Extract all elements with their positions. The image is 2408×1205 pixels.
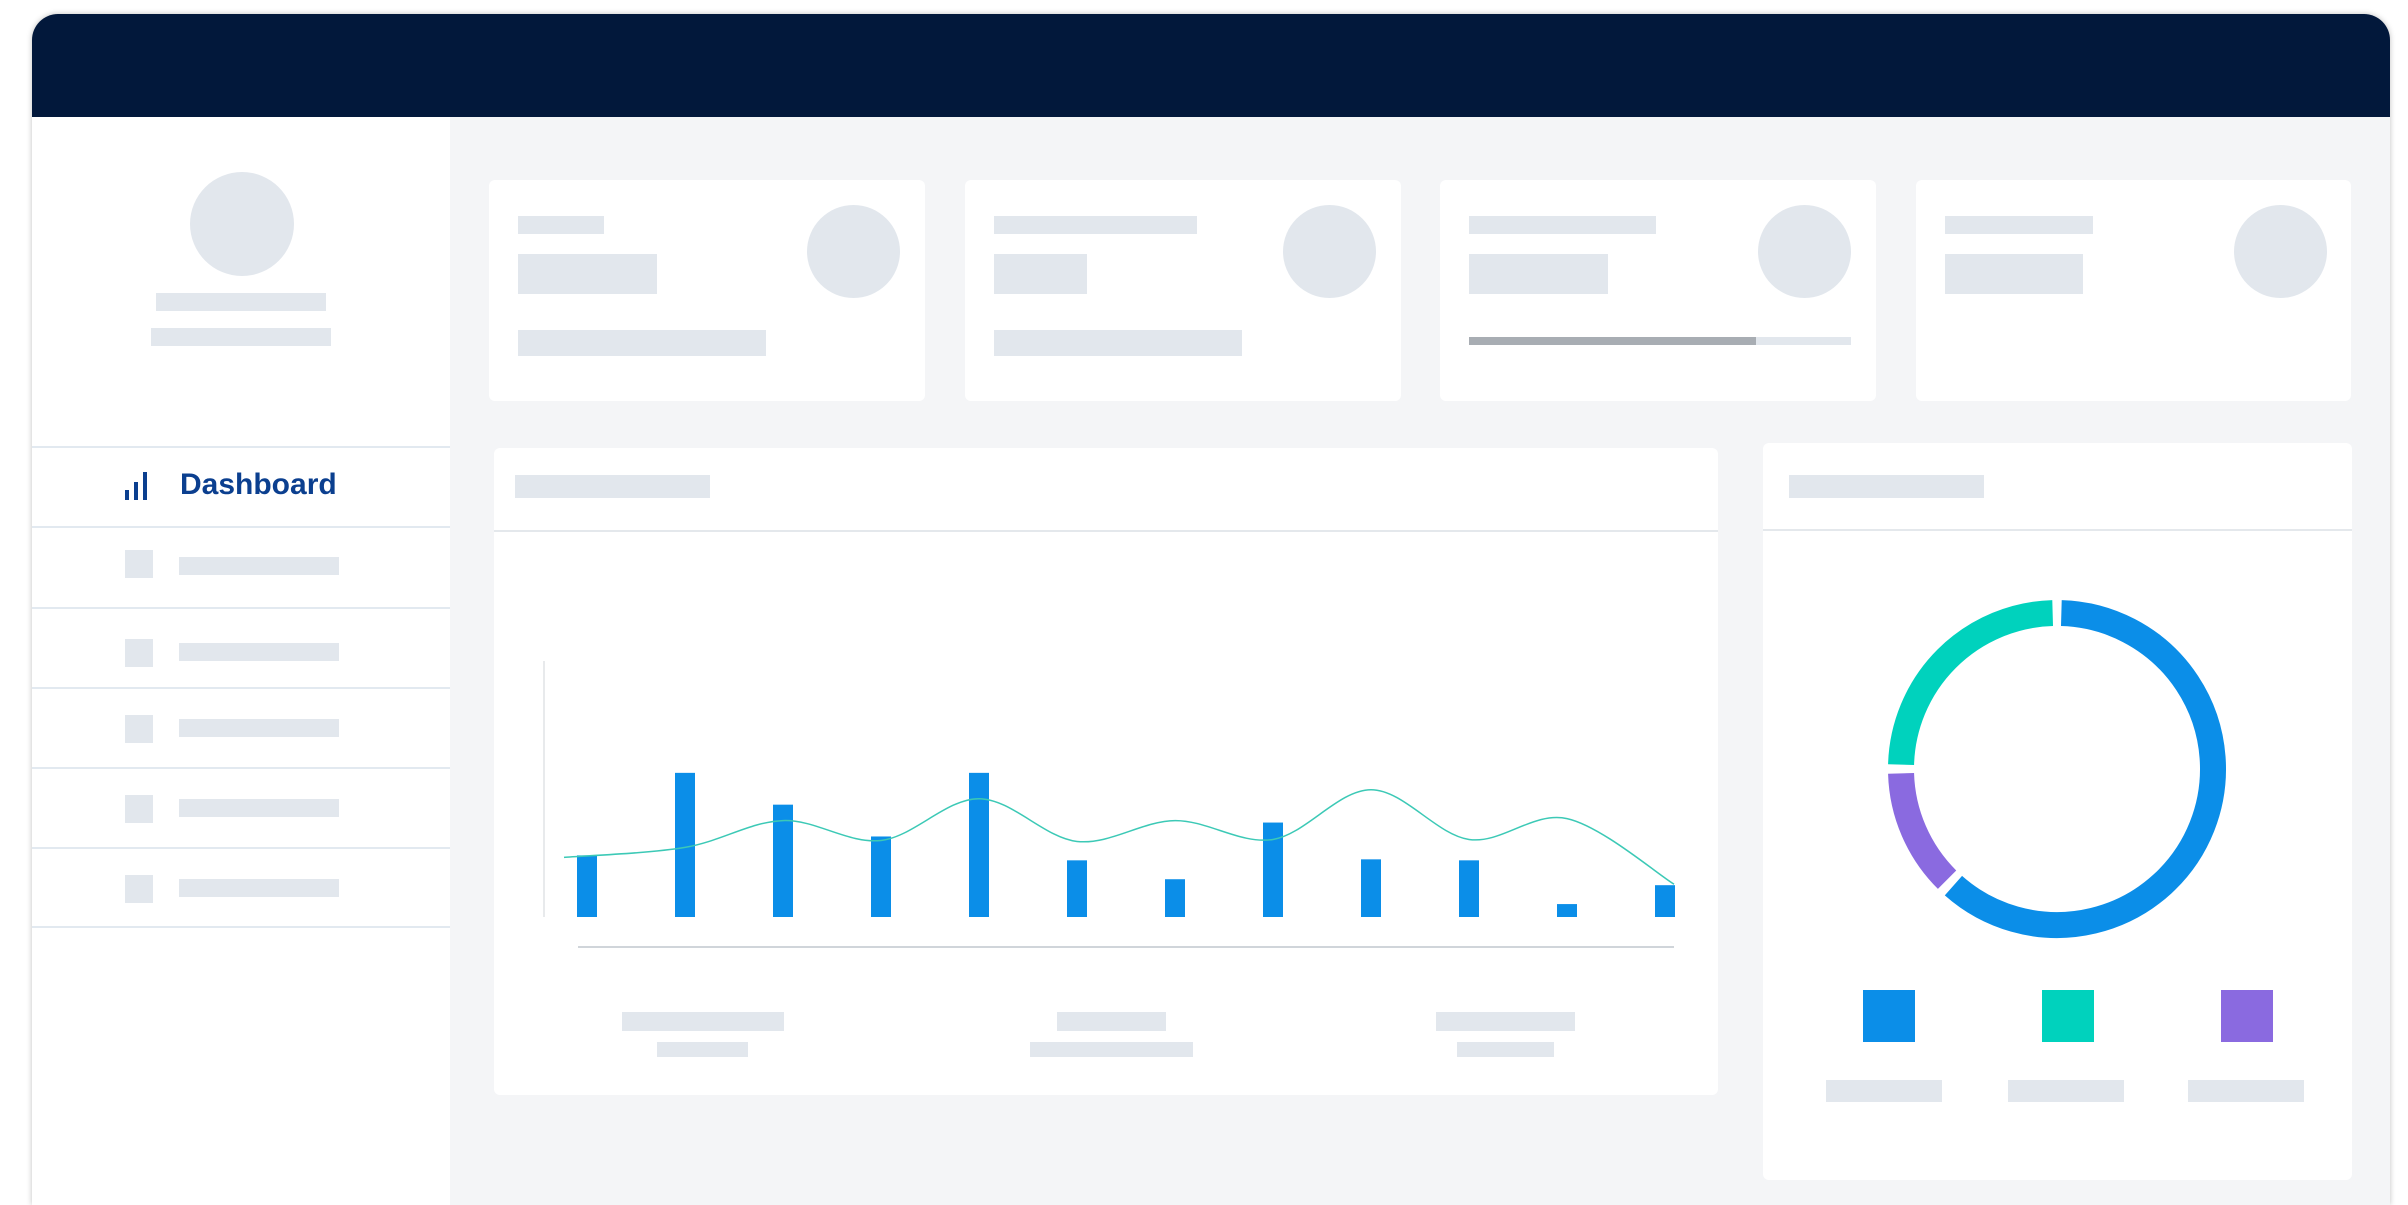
- stat-card[interactable]: [1916, 180, 2351, 401]
- progress-bar: [1469, 337, 1851, 345]
- donut-panel: [1763, 443, 2352, 1180]
- card-footer-placeholder: [994, 330, 1242, 356]
- donut-slice: [1888, 600, 2054, 766]
- axis-label-placeholder: [622, 1012, 784, 1031]
- sidebar-item-label-placeholder: [179, 719, 339, 737]
- sidebar-item-dashboard[interactable]: Dashboard: [32, 446, 450, 525]
- bar-line-chart: [543, 661, 1675, 948]
- card-label-placeholder: [994, 216, 1197, 234]
- placeholder-icon: [125, 875, 153, 903]
- sidebar-item[interactable]: [32, 607, 450, 686]
- card-icon-placeholder: [1758, 205, 1851, 298]
- stat-card[interactable]: [1440, 180, 1876, 401]
- chart-bar: [1263, 822, 1283, 917]
- placeholder-icon: [125, 795, 153, 823]
- trend-line: [563, 789, 1675, 885]
- card-label-placeholder: [1945, 216, 2093, 234]
- sidebar-item-label-placeholder: [179, 557, 339, 575]
- chart-bar: [871, 836, 891, 917]
- placeholder-icon: [125, 639, 153, 667]
- sidebar-item-label-placeholder: [179, 643, 339, 661]
- app-window: Dashboard: [32, 14, 2390, 1205]
- axis-label-placeholder: [657, 1042, 748, 1057]
- bar-chart-icon: [125, 468, 155, 500]
- donut-chart: [1888, 600, 2226, 938]
- card-value-placeholder: [1469, 254, 1608, 294]
- stat-card[interactable]: [965, 180, 1401, 401]
- stat-card[interactable]: [489, 180, 925, 401]
- chart-bar: [1165, 879, 1185, 917]
- chart-bar: [1459, 860, 1479, 917]
- chart-bar: [1557, 904, 1577, 917]
- panel-title-placeholder: [1789, 475, 1984, 498]
- axis-label-placeholder: [1457, 1042, 1554, 1057]
- sidebar-item-label-placeholder: [179, 879, 339, 897]
- chart-bar: [1655, 885, 1675, 917]
- card-icon-placeholder: [1283, 205, 1376, 298]
- user-name-placeholder: [156, 293, 326, 311]
- placeholder-icon: [125, 550, 153, 578]
- card-value-placeholder: [994, 254, 1087, 294]
- sidebar-item[interactable]: [32, 767, 450, 846]
- chart-bar: [577, 855, 597, 917]
- placeholder-icon: [125, 715, 153, 743]
- donut-slice: [1944, 600, 2226, 938]
- chart-panel: [494, 448, 1718, 1095]
- panel-divider: [1763, 529, 2352, 531]
- card-icon-placeholder: [807, 205, 900, 298]
- avatar[interactable]: [190, 172, 294, 276]
- legend-label-placeholder: [2188, 1080, 2304, 1102]
- sidebar-item[interactable]: [32, 526, 450, 605]
- progress-bar-fill: [1469, 337, 1756, 345]
- user-role-placeholder: [151, 328, 331, 346]
- axis-label-placeholder: [1436, 1012, 1575, 1031]
- chart-bar: [969, 772, 989, 917]
- legend-swatch-purple: [2221, 990, 2273, 1042]
- sidebar-item[interactable]: [32, 687, 450, 766]
- main-content: [450, 117, 2390, 1205]
- sidebar-item[interactable]: [32, 847, 450, 928]
- sidebar: Dashboard: [32, 117, 450, 1205]
- chart-bar: [1067, 860, 1087, 917]
- card-label-placeholder: [1469, 216, 1656, 234]
- axis-label-placeholder: [1030, 1042, 1193, 1057]
- chart-bar: [1361, 859, 1381, 917]
- sidebar-item-label: Dashboard: [180, 468, 337, 501]
- card-value-placeholder: [518, 254, 657, 294]
- card-label-placeholder: [518, 216, 604, 234]
- card-icon-placeholder: [2234, 205, 2327, 298]
- donut-slice: [1888, 772, 1957, 889]
- chart-bar: [675, 772, 695, 917]
- card-value-placeholder: [1945, 254, 2083, 294]
- axis-label-placeholder: [1057, 1012, 1166, 1031]
- legend-swatch-blue: [1863, 990, 1915, 1042]
- legend-label-placeholder: [2008, 1080, 2124, 1102]
- legend-label-placeholder: [1826, 1080, 1942, 1102]
- legend-swatch-teal: [2042, 990, 2094, 1042]
- card-footer-placeholder: [518, 330, 766, 356]
- sidebar-item-label-placeholder: [179, 799, 339, 817]
- top-bar: [32, 14, 2390, 117]
